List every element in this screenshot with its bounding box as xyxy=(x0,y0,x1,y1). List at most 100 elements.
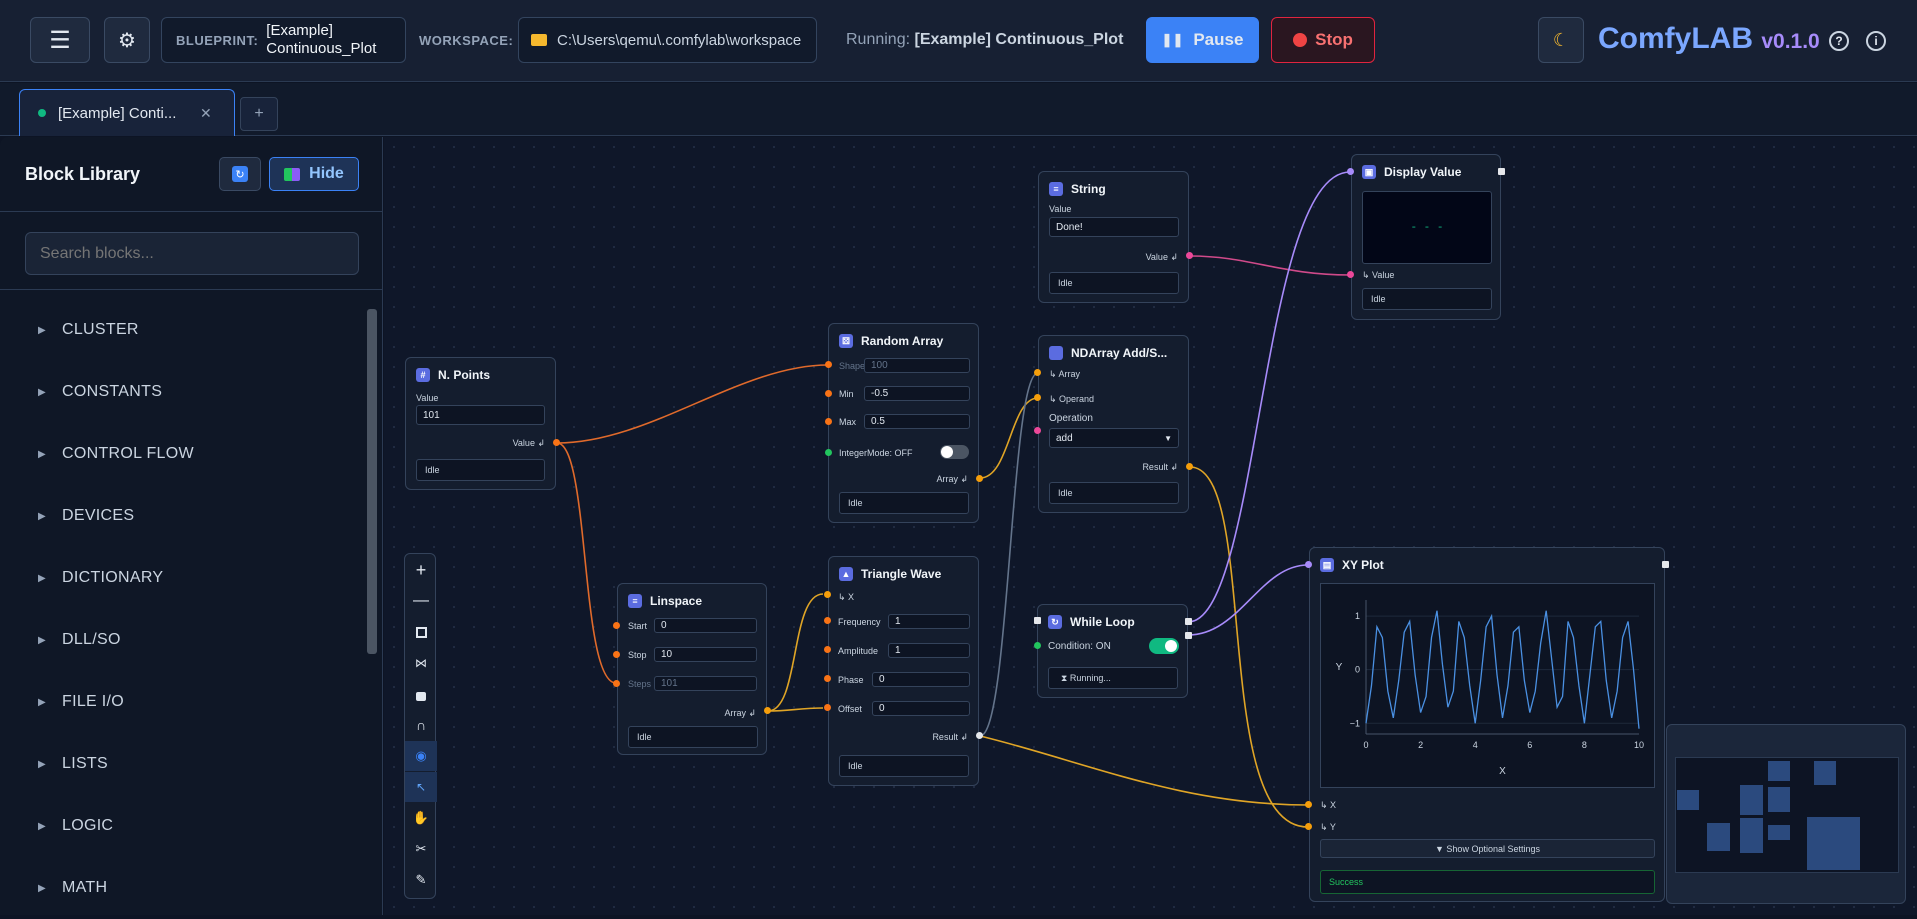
search-blocks-input[interactable] xyxy=(25,232,359,275)
stop-button[interactable]: Stop xyxy=(1271,17,1375,63)
menu-button[interactable]: ☰ xyxy=(30,17,90,63)
lock-button[interactable] xyxy=(405,679,437,709)
value-port[interactable] xyxy=(1347,271,1354,278)
minus-icon: — xyxy=(413,592,429,609)
operation-select[interactable]: add ▼ xyxy=(1049,428,1179,448)
output-port[interactable] xyxy=(976,475,983,482)
output-port[interactable] xyxy=(976,732,983,739)
category-dictionary[interactable]: ▶ DICTIONARY xyxy=(0,547,365,609)
settings-button[interactable]: ⚙ xyxy=(104,17,150,63)
condition-toggle[interactable] xyxy=(1149,638,1179,654)
trigger-out-port[interactable] xyxy=(1662,561,1669,568)
min-input[interactable]: -0.5 xyxy=(864,386,970,401)
workspace-path-field[interactable]: C:\Users\qemu\.comfylab\workspace xyxy=(518,17,817,63)
category-constants[interactable]: ▶ CONSTANTS xyxy=(0,361,365,423)
node-while-loop[interactable]: ↻ While Loop Condition: ON ⧗ Running... xyxy=(1037,604,1188,698)
output-port[interactable] xyxy=(553,439,560,446)
output-port[interactable] xyxy=(1186,252,1193,259)
sidebar-scrollbar[interactable] xyxy=(367,309,377,654)
category-lists[interactable]: ▶ LISTS xyxy=(0,733,365,795)
snap-button[interactable]: ∩ xyxy=(405,710,437,740)
fit-view-button[interactable] xyxy=(405,617,437,647)
node-triangle-wave[interactable]: ▲ Triangle Wave ↳ X Frequency 1 Amplitude… xyxy=(828,556,979,786)
start-port[interactable] xyxy=(613,622,620,629)
view-button[interactable]: ◉ xyxy=(405,741,437,771)
offset-input[interactable]: 0 xyxy=(872,701,970,716)
x-port[interactable] xyxy=(824,591,831,598)
loop-out-port-2[interactable] xyxy=(1185,632,1192,639)
zoom-in-button[interactable]: + xyxy=(405,555,437,585)
help-icon[interactable]: ? xyxy=(1829,31,1849,51)
frequency-port[interactable] xyxy=(824,617,831,624)
operand-port[interactable] xyxy=(1034,394,1041,401)
amplitude-port[interactable] xyxy=(824,646,831,653)
node-string[interactable]: ≡ String Value Done! Value ↲ Idle xyxy=(1038,171,1189,303)
integer-mode-toggle[interactable] xyxy=(940,445,969,459)
max-input[interactable]: 0.5 xyxy=(864,414,970,429)
value-input[interactable]: Done! xyxy=(1049,217,1179,237)
shape-port[interactable] xyxy=(825,361,832,368)
steps-input[interactable]: 101 xyxy=(654,676,757,691)
stop-port[interactable] xyxy=(613,651,620,658)
phase-input[interactable]: 0 xyxy=(872,672,970,687)
offset-port[interactable] xyxy=(824,704,831,711)
info-icon[interactable]: i xyxy=(1866,31,1886,51)
loop-out-port[interactable] xyxy=(1185,618,1192,625)
output-port[interactable] xyxy=(764,707,771,714)
close-icon[interactable]: ✕ xyxy=(200,105,212,122)
minimap[interactable] xyxy=(1666,724,1906,904)
auto-layout-button[interactable]: ⋈ xyxy=(405,648,437,678)
shape-input[interactable]: 100 xyxy=(864,358,970,373)
chevron-right-icon: ▶ xyxy=(38,882,46,894)
max-port[interactable] xyxy=(825,418,832,425)
draw-tool-button[interactable]: ✎ xyxy=(405,865,437,895)
integer-mode-port[interactable] xyxy=(825,449,832,456)
category-control-flow[interactable]: ▶ CONTROL FLOW xyxy=(0,423,365,485)
loop-in-port[interactable] xyxy=(1034,617,1041,624)
cut-tool-button[interactable]: ✂ xyxy=(405,834,437,864)
node-ndarray-add[interactable]: NDArray Add/S... ↳ Array ↳ Operand Opera… xyxy=(1038,335,1189,513)
y-port[interactable] xyxy=(1305,823,1312,830)
theme-toggle-button[interactable]: ☾ xyxy=(1538,17,1584,63)
chevron-right-icon: ▶ xyxy=(38,324,46,336)
array-port[interactable] xyxy=(1034,369,1041,376)
value-input[interactable]: 101 xyxy=(416,405,545,425)
category-file-io[interactable]: ▶ FILE I/O xyxy=(0,671,365,733)
add-tab-button[interactable]: + xyxy=(240,97,278,131)
select-tool-button[interactable]: ↖ xyxy=(405,772,437,802)
blueprint-display[interactable]: BLUEPRINT: [Example] Continuous_Plot xyxy=(161,17,406,63)
pan-tool-button[interactable]: ✋ xyxy=(405,803,437,833)
node-random-array[interactable]: ⚄ Random Array Shape 100 Min -0.5 Max 0.5… xyxy=(828,323,979,523)
node-status: Success xyxy=(1320,870,1655,894)
start-input[interactable]: 0 xyxy=(654,618,757,633)
tab-example-continuous-plot[interactable]: [Example] Conti... ✕ xyxy=(19,89,235,136)
category-logic[interactable]: ▶ LOGIC xyxy=(0,795,365,857)
output-port[interactable] xyxy=(1186,463,1193,470)
category-math[interactable]: ▶ MATH xyxy=(0,857,365,919)
zoom-out-button[interactable]: — xyxy=(405,586,437,616)
operation-port[interactable] xyxy=(1034,427,1041,434)
condition-port[interactable] xyxy=(1034,642,1041,649)
trigger-port[interactable] xyxy=(1305,561,1312,568)
node-xy-plot[interactable]: ▤ XY Plot 0 2 4 6 8 10 1 0 −1 X Y ↳ X ↳ Y ▼ Show Op… xyxy=(1309,547,1665,902)
min-port[interactable] xyxy=(825,390,832,397)
refresh-button[interactable]: ↻ xyxy=(219,157,261,191)
trigger-port[interactable] xyxy=(1347,168,1354,175)
node-n-points[interactable]: # N. Points Value 101 Value ↲ Idle xyxy=(405,357,556,490)
hide-button[interactable]: Hide xyxy=(269,157,359,191)
category-devices[interactable]: ▶ DEVICES xyxy=(0,485,365,547)
x-port[interactable] xyxy=(1305,801,1312,808)
phase-port[interactable] xyxy=(824,675,831,682)
pause-button[interactable]: ❚❚ Pause xyxy=(1146,17,1259,63)
node-display-value[interactable]: ▣ Display Value - - - ↳ Value Idle xyxy=(1351,154,1501,320)
category-dll-so[interactable]: ▶ DLL/SO xyxy=(0,609,365,671)
show-optional-settings-button[interactable]: ▼ Show Optional Settings xyxy=(1320,839,1655,858)
category-cluster[interactable]: ▶ CLUSTER xyxy=(0,299,365,361)
node-linspace[interactable]: ≡ Linspace Start 0 Stop 10 Steps 101 Arra… xyxy=(617,583,767,755)
frequency-input[interactable]: 1 xyxy=(888,614,970,629)
trigger-out-port[interactable] xyxy=(1498,168,1505,175)
steps-port[interactable] xyxy=(613,680,620,687)
stop-input[interactable]: 10 xyxy=(654,647,757,662)
amplitude-input[interactable]: 1 xyxy=(888,643,970,658)
blueprint-name-line2: Continuous_Plot xyxy=(266,40,377,57)
